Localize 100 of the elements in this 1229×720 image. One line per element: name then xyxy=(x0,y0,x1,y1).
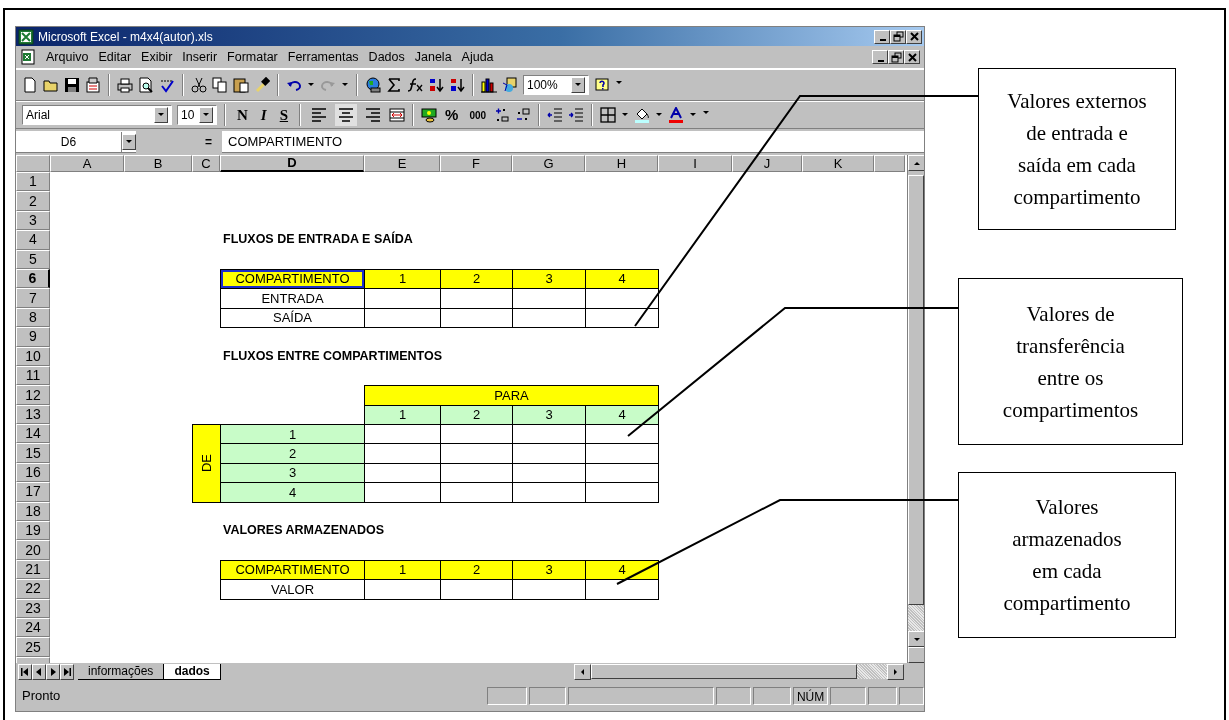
table-cell[interactable]: 3 xyxy=(512,268,586,290)
close-icon[interactable] xyxy=(908,31,920,42)
table-cell[interactable] xyxy=(585,579,659,600)
row-header[interactable]: 10 xyxy=(16,346,50,366)
row-header[interactable]: 7 xyxy=(16,288,50,308)
dropdown-arrow-icon[interactable] xyxy=(202,111,210,119)
scroll-left-icon[interactable] xyxy=(579,667,586,676)
column-header[interactable]: D xyxy=(220,155,364,172)
row-header[interactable]: 13 xyxy=(16,404,50,425)
scrollbar-thumb[interactable] xyxy=(908,175,924,605)
bar-chart-icon[interactable] xyxy=(481,77,497,93)
copy-icon[interactable] xyxy=(212,77,228,93)
function-icon[interactable] xyxy=(407,77,423,93)
dropdown-arrow-icon[interactable] xyxy=(655,111,664,119)
globe-icon[interactable] xyxy=(365,77,381,93)
spreadsheet-document-icon[interactable] xyxy=(20,49,36,65)
row-header[interactable]: 15 xyxy=(16,443,50,463)
save-icon[interactable] xyxy=(64,77,80,93)
row-header[interactable]: 9 xyxy=(16,327,50,347)
italic-button[interactable]: I xyxy=(256,103,271,127)
dropdown-arrow-icon[interactable] xyxy=(157,111,165,119)
align-left-icon[interactable] xyxy=(311,107,328,123)
menu-item[interactable]: Dados xyxy=(368,47,405,67)
menu-item[interactable]: Ajuda xyxy=(461,47,494,67)
menu-item[interactable]: Janela xyxy=(414,47,452,67)
font-name-field[interactable]: Arial xyxy=(22,105,172,125)
fill-color-icon[interactable] xyxy=(634,107,651,123)
spell-check-icon[interactable] xyxy=(159,77,175,93)
folder-icon[interactable] xyxy=(43,77,59,93)
column-header[interactable]: I xyxy=(658,155,732,172)
row-header[interactable]: 12 xyxy=(16,385,50,405)
dropdown-arrow-icon[interactable] xyxy=(307,81,315,89)
paintbrush-icon[interactable] xyxy=(254,77,270,93)
table-cell[interactable]: 4 xyxy=(220,482,365,503)
row-header[interactable]: 23 xyxy=(16,598,50,618)
menu-item[interactable]: Exibir xyxy=(141,47,173,67)
underline-button[interactable]: S xyxy=(275,103,293,127)
align-center-icon[interactable] xyxy=(338,107,355,123)
table-cell[interactable]: 4 xyxy=(585,268,659,290)
row-header[interactable]: 8 xyxy=(16,307,50,328)
dropdown-arrow-icon[interactable] xyxy=(689,111,698,119)
row-header[interactable]: 16 xyxy=(16,462,50,483)
dropdown-arrow-icon[interactable] xyxy=(574,81,582,89)
currency-icon[interactable] xyxy=(421,107,438,123)
table-cell[interactable]: 2 xyxy=(220,443,365,464)
last-sheet-icon[interactable] xyxy=(62,665,72,678)
row-header[interactable]: 17 xyxy=(16,482,50,502)
font-size-field[interactable]: 10 xyxy=(177,105,217,125)
help-icon[interactable] xyxy=(594,77,610,93)
table-cell[interactable]: VALOR xyxy=(220,579,365,600)
sheet-tab[interactable]: dados xyxy=(163,663,221,680)
dropdown-arrow-icon[interactable] xyxy=(341,81,349,89)
map-icon[interactable] xyxy=(502,77,518,93)
sort-ascending-icon[interactable] xyxy=(428,77,444,93)
align-right-icon[interactable] xyxy=(365,107,382,123)
clipboard-icon[interactable] xyxy=(233,77,249,93)
select-all-corner[interactable] xyxy=(16,155,50,172)
restore-icon[interactable] xyxy=(890,51,902,63)
bold-button[interactable]: N xyxy=(233,103,252,127)
table-cell[interactable]: 1 xyxy=(220,424,365,445)
menu-item[interactable]: Editar xyxy=(98,47,132,67)
row-header[interactable]: 4 xyxy=(16,230,50,250)
formula-content[interactable]: COMPARTIMENTO xyxy=(222,131,343,152)
row-header[interactable]: 20 xyxy=(16,540,50,560)
first-sheet-icon[interactable] xyxy=(20,665,30,678)
thousands-separator-button[interactable]: 000 xyxy=(466,107,490,123)
scroll-up-icon[interactable] xyxy=(912,159,921,167)
table-cell[interactable]: 3 xyxy=(512,559,586,581)
new-file-icon[interactable] xyxy=(22,77,38,93)
column-header[interactable] xyxy=(874,155,905,172)
merge-center-icon[interactable] xyxy=(389,107,406,123)
scissors-icon[interactable] xyxy=(191,77,207,93)
table-cell[interactable]: DE xyxy=(192,424,221,503)
table-cell[interactable] xyxy=(585,482,659,503)
column-header[interactable]: C xyxy=(192,155,220,172)
dropdown-arrow-icon[interactable] xyxy=(621,111,630,119)
dropdown-arrow-icon[interactable] xyxy=(125,137,133,146)
printer-icon[interactable] xyxy=(117,77,133,93)
scroll-down-icon[interactable] xyxy=(912,635,921,643)
decrease-indent-icon[interactable] xyxy=(547,107,564,123)
next-sheet-icon[interactable] xyxy=(48,665,58,678)
sum-icon[interactable] xyxy=(386,77,402,93)
table-cell[interactable]: PARA xyxy=(364,385,659,406)
row-header[interactable]: 11 xyxy=(16,365,50,386)
increase-decimal-icon[interactable] xyxy=(494,107,511,123)
close-icon[interactable] xyxy=(906,51,918,63)
row-header[interactable]: 25 xyxy=(16,637,50,657)
percent-style-button[interactable]: % xyxy=(442,103,462,127)
print-preview-icon[interactable] xyxy=(138,77,154,93)
row-header[interactable]: 6 xyxy=(16,268,50,289)
row-header[interactable]: 24 xyxy=(16,618,50,638)
scroll-right-icon[interactable] xyxy=(892,667,899,676)
row-header[interactable]: 21 xyxy=(16,559,50,580)
row-header[interactable]: 3 xyxy=(16,210,50,231)
column-header[interactable]: B xyxy=(124,155,192,172)
row-header[interactable]: 2 xyxy=(16,191,50,211)
column-header[interactable]: K xyxy=(802,155,874,172)
decrease-decimal-icon[interactable] xyxy=(515,107,532,123)
mail-icon[interactable] xyxy=(85,77,101,93)
column-header[interactable]: A xyxy=(50,155,124,172)
